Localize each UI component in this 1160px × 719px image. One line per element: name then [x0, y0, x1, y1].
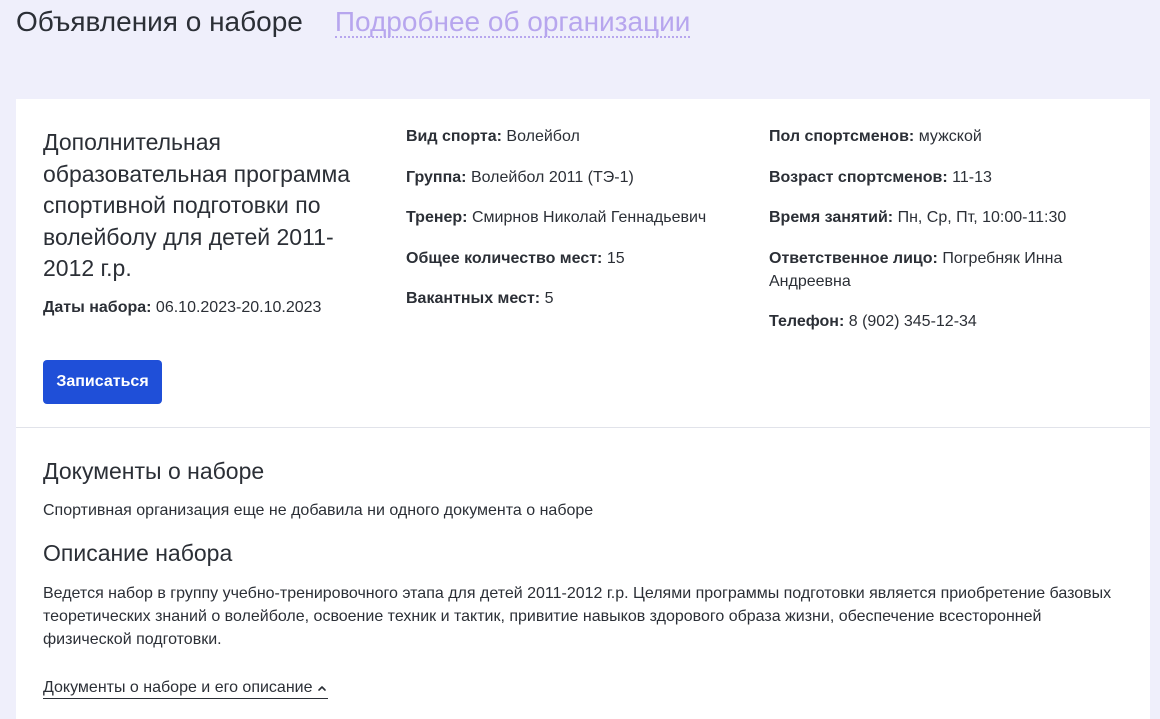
detail-group: Группа: Волейбол 2011 (ТЭ-1)	[406, 166, 746, 189]
field-label: Вакантных мест:	[406, 290, 541, 307]
apply-button[interactable]: Записаться	[43, 360, 162, 404]
detail-age: Возраст спортсменов: 11-13	[769, 166, 1129, 189]
field-value: Волейбол 2011 (ТЭ-1)	[470, 168, 634, 186]
program-title: Дополнительная образовательная программа…	[43, 129, 351, 281]
field-value: 11-13	[952, 168, 992, 186]
field-value: 8 (902) 345-12-34	[848, 313, 977, 330]
field-value: мужской	[918, 128, 982, 145]
toggle-label: Документы о наборе и его описание	[43, 679, 313, 696]
recruitment-dates: Даты набора: 06.10.2023-20.10.2023	[43, 296, 321, 319]
detail-total-places: Общее количество мест: 15	[406, 247, 746, 270]
documents-description-toggle[interactable]: Документы о наборе и его описание	[43, 678, 329, 699]
page-title: Объявления о наборе	[16, 6, 303, 37]
detail-responsible-person: Ответственное лицо: Погребняк Инна Андре…	[769, 247, 1129, 293]
details-column-middle: Вид спорта: Волейбол Группа: Волейбол 20…	[406, 125, 746, 328]
recruitment-card: Дополнительная образовательная программа…	[16, 99, 1150, 719]
field-label: Вид спорта:	[406, 128, 502, 145]
field-value: 15	[606, 249, 625, 267]
detail-sport: Вид спорта: Волейбол	[406, 125, 746, 148]
detail-vacant-places: Вакантных мест: 5	[406, 287, 746, 310]
documents-heading: Документы о наборе	[43, 458, 265, 484]
detail-gender: Пол спортсменов: мужской	[769, 125, 1129, 148]
page-header: Объявления о наборе Подробнее об организ…	[16, 6, 691, 39]
field-label: Общее количество мест:	[406, 249, 603, 267]
details-column-right: Пол спортсменов: мужской Возраст спортсм…	[769, 125, 1129, 351]
field-value: 5	[544, 290, 554, 307]
field-value: Пн, Ср, Пт, 10:00-11:30	[897, 209, 1067, 226]
org-details-link[interactable]: Подробнее об организации	[334, 7, 691, 39]
recruitment-summary: Дополнительная образовательная программа…	[16, 99, 1150, 428]
detail-coach: Тренер: Смирнов Николай Геннадьевич	[406, 206, 746, 229]
field-label: Даты набора:	[43, 299, 152, 316]
description-heading: Описание набора	[43, 540, 233, 566]
field-label: Время занятий:	[769, 209, 894, 226]
field-label: Тренер:	[406, 209, 468, 226]
field-value: Смирнов Николай Геннадьевич	[471, 209, 707, 226]
field-label: Возраст спортсменов:	[769, 168, 948, 186]
field-label: Пол спортсменов:	[769, 128, 915, 145]
field-label: Телефон:	[769, 313, 845, 330]
description-text: Ведется набор в группу учебно-тренировоч…	[43, 585, 1112, 648]
documents-empty-text: Спортивная организация еще не добавила н…	[43, 502, 594, 519]
chevron-up-icon	[318, 686, 327, 691]
field-value: 06.10.2023-20.10.2023	[155, 299, 322, 316]
field-value: Волейбол	[506, 128, 580, 145]
field-label: Группа:	[406, 168, 467, 186]
detail-schedule: Время занятий: Пн, Ср, Пт, 10:00-11:30	[769, 206, 1129, 229]
recruitment-details: Документы о наборе Спортивная организаци…	[16, 428, 1150, 699]
detail-phone: Телефон: 8 (902) 345-12-34	[769, 310, 1129, 333]
field-label: Ответственное лицо:	[769, 249, 938, 267]
